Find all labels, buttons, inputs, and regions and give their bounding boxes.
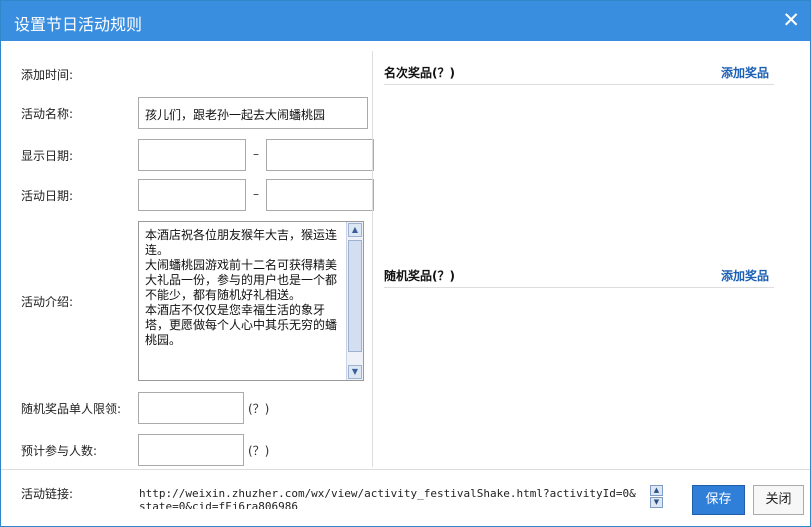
link-label: 活动链接: <box>21 487 74 501</box>
add-time-label: 添加时间: <box>21 68 74 82</box>
expected-participants-label: 预计参与人数: <box>21 444 98 458</box>
intro-text[interactable]: 本酒店祝各位朋友猴年大吉，猴运连连。 大闹蟠桃园游戏前十二名可获得精美大礼品一份… <box>145 228 345 348</box>
activity-date-label: 活动日期: <box>21 189 74 203</box>
close-button[interactable]: 关闭 <box>753 485 804 515</box>
intro-scrollbar[interactable]: ▲ ▼ <box>346 222 363 380</box>
add-ranked-prize-link[interactable]: 添加奖品 <box>721 64 769 81</box>
bottom-divider <box>1 469 810 470</box>
intro-label: 活动介绍: <box>21 295 74 309</box>
display-date-separator: – <box>253 147 259 161</box>
activity-name-input[interactable]: 孩儿们，跟老孙一起去大闹蟠桃园 <box>138 97 368 129</box>
intro-textarea[interactable]: 本酒店祝各位朋友猴年大吉，猴运连连。 大闹蟠桃园游戏前十二名可获得精美大礼品一份… <box>138 221 364 381</box>
ranked-prizes-divider <box>384 84 774 85</box>
save-button[interactable]: 保存 <box>692 485 745 515</box>
display-date-start-input[interactable] <box>138 139 246 171</box>
display-date-end-input[interactable] <box>266 139 374 171</box>
dialog: 设置节日活动规则 ✕ 添加时间: 活动名称: 孩儿们，跟老孙一起去大闹蟠桃园 显… <box>0 0 811 527</box>
link-scroll-down-icon[interactable]: ▼ <box>650 497 663 508</box>
participants-help-icon[interactable]: (？) <box>248 442 269 459</box>
random-limit-label: 随机奖品单人限领: <box>21 402 122 416</box>
close-icon[interactable]: ✕ <box>782 8 800 32</box>
scroll-thumb[interactable] <box>348 240 362 352</box>
ranked-prizes-heading: 名次奖品(？) <box>384 66 455 80</box>
activity-date-end-input[interactable] <box>266 179 374 211</box>
random-limit-help-icon[interactable]: (？) <box>248 400 269 417</box>
scroll-up-icon[interactable]: ▲ <box>348 223 362 237</box>
scroll-down-icon[interactable]: ▼ <box>348 365 362 379</box>
vertical-divider <box>372 51 373 467</box>
link-scroll-up-icon[interactable]: ▲ <box>650 485 663 496</box>
activity-date-separator: – <box>253 187 259 201</box>
add-random-prize-link[interactable]: 添加奖品 <box>721 267 769 284</box>
random-limit-input[interactable] <box>138 392 244 424</box>
title-bar: 设置节日活动规则 ✕ <box>1 1 810 41</box>
activity-name-label: 活动名称: <box>21 107 74 121</box>
activity-date-start-input[interactable] <box>138 179 246 211</box>
activity-link-text[interactable]: http://weixin.zhuzher.com/wx/view/activi… <box>139 487 639 509</box>
expected-participants-input[interactable] <box>138 434 244 466</box>
random-prizes-heading: 随机奖品(？) <box>384 269 455 283</box>
dialog-title: 设置节日活动规则 <box>14 15 143 34</box>
display-date-label: 显示日期: <box>21 149 74 163</box>
random-prizes-divider <box>384 287 774 288</box>
